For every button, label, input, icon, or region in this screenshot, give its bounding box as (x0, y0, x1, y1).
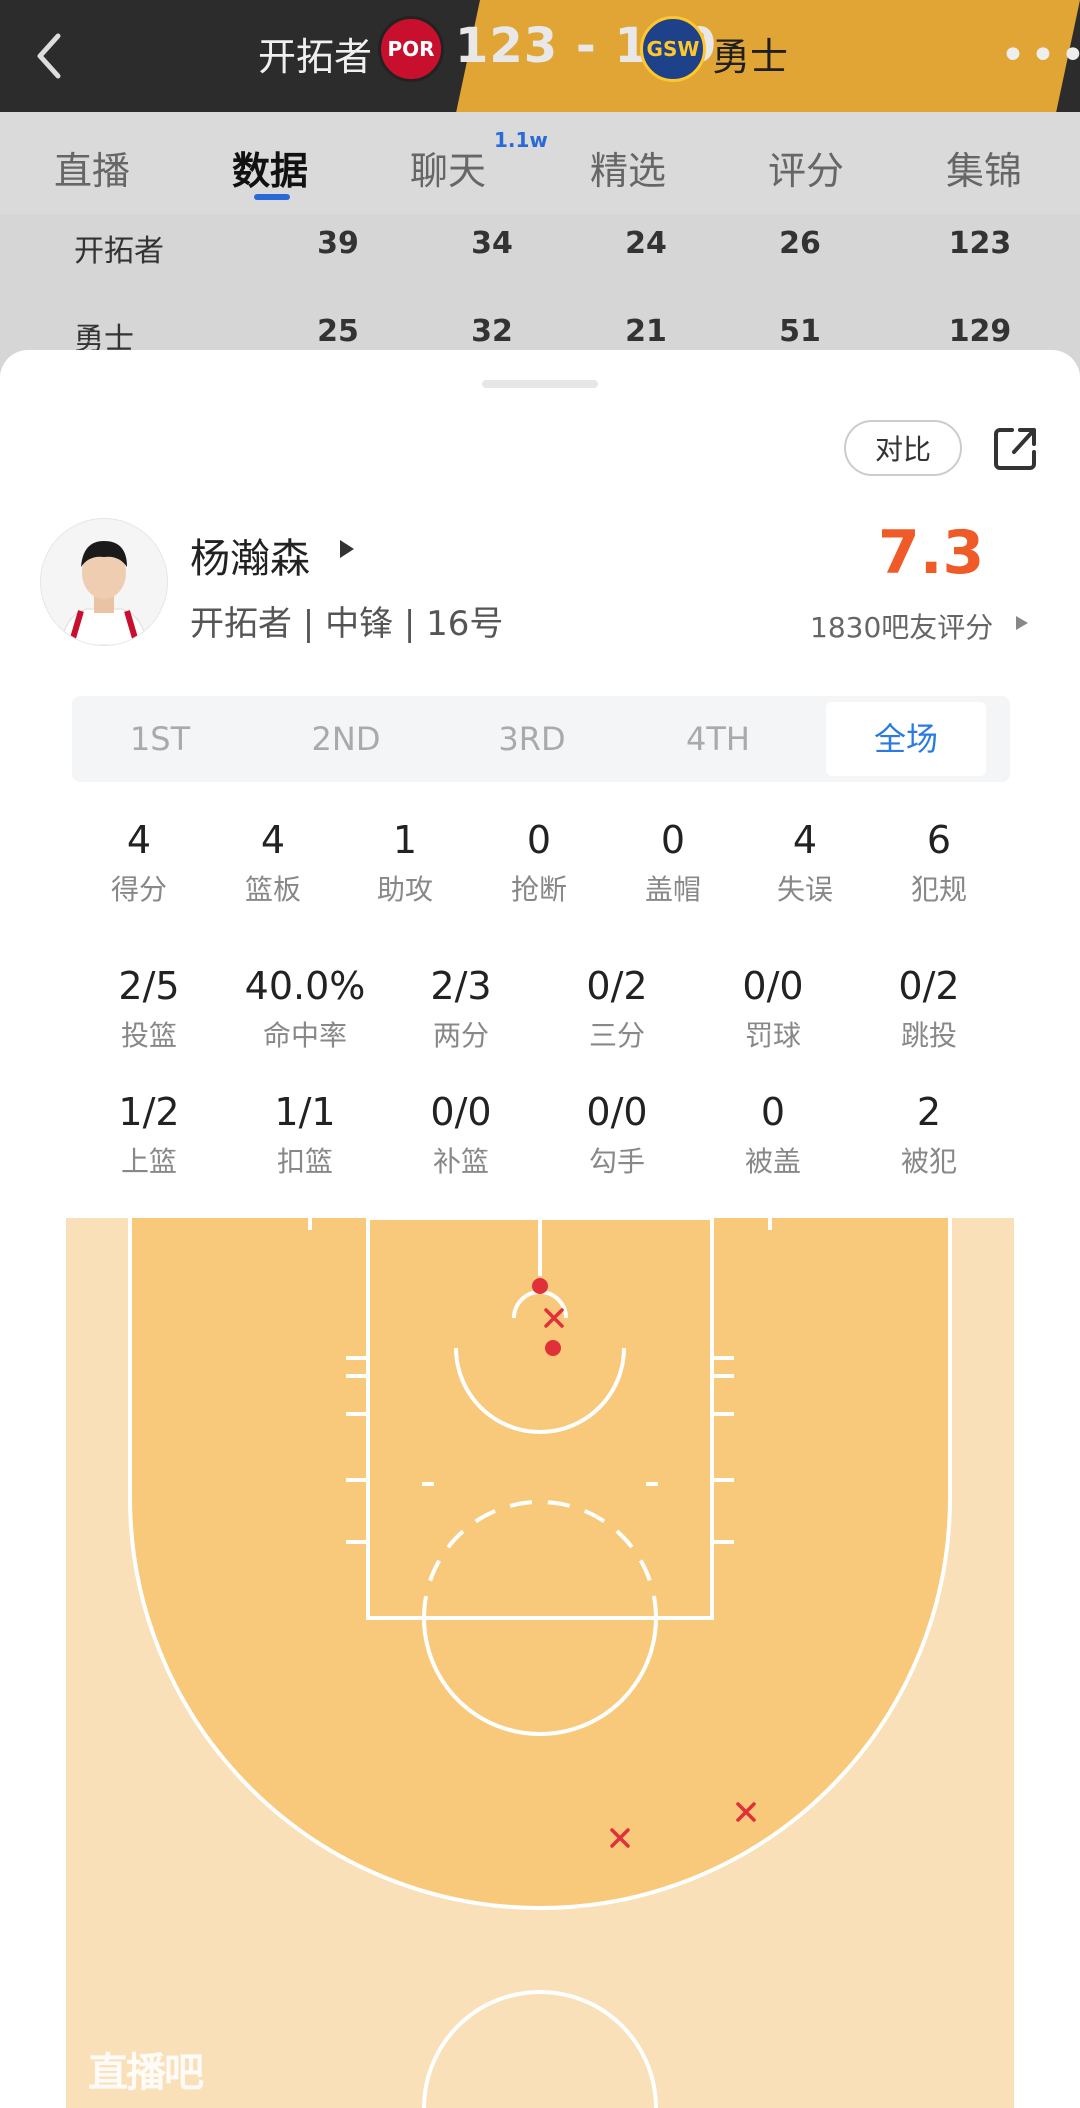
away-team-name: 勇士 (712, 35, 789, 79)
team-name: 开拓者 (74, 234, 164, 269)
made-shot-marker (545, 1340, 561, 1356)
quarter-option-1st[interactable]: 1ST (80, 696, 240, 782)
quarter-selector: 1ST 2ND 3RD 4TH 全场 (72, 696, 1010, 782)
home-team-name: 开拓者 (258, 35, 373, 79)
sheet-drag-handle[interactable] (482, 380, 598, 388)
quarter-option-4th[interactable]: 4TH (638, 696, 798, 782)
quarter-score: 21 (625, 314, 667, 349)
stat-2pt: 2/3 两分 (430, 964, 492, 1052)
stat-rebounds: 4 篮板 (244, 818, 301, 906)
quarter-score: 32 (471, 314, 513, 349)
quarter-score: 39 (317, 226, 359, 261)
stat-dunk: 1/1 扣篮 (274, 1090, 336, 1178)
stat-putback: 0/0 补篮 (430, 1090, 492, 1178)
quarter-score: 26 (779, 226, 821, 261)
quarter-option-2nd[interactable]: 2ND (266, 696, 426, 782)
stat-fouled: 2 被犯 (900, 1090, 957, 1178)
stat-ft: 0/0 罚球 (742, 964, 804, 1052)
away-team-logo: GSW (640, 16, 706, 82)
total-score: 123 (948, 226, 1012, 261)
stat-fg: 2/5 投篮 (118, 964, 180, 1052)
player-avatar[interactable] (40, 518, 168, 646)
tab-data[interactable]: 数据 (232, 140, 308, 195)
stat-fouls: 6 犯规 (910, 818, 967, 906)
tab-live[interactable]: 直播 (54, 140, 130, 195)
player-rating: 7.3 (878, 518, 985, 588)
stat-steals: 0 抢断 (510, 818, 567, 906)
compare-button[interactable]: 对比 (844, 420, 962, 476)
stat-layup: 1/2 上篮 (118, 1090, 180, 1178)
stat-3pt: 0/2 三分 (586, 964, 648, 1052)
quarter-score: 24 (625, 226, 667, 261)
quarter-option-3rd[interactable]: 3RD (452, 696, 612, 782)
made-shot-marker (532, 1278, 548, 1294)
player-detail-arrow-icon[interactable] (340, 540, 354, 558)
quarter-score: 34 (471, 226, 513, 261)
quarter-score: 51 (779, 314, 821, 349)
player-info: 开拓者 | 中锋 | 16号 (190, 604, 504, 644)
active-tab-indicator (254, 194, 290, 200)
game-header: 开拓者 POR 123 - 129 GSW 勇士 ••• (0, 0, 1080, 112)
tab-featured[interactable]: 精选 (590, 140, 666, 195)
stat-assists: 1 助攻 (376, 818, 433, 906)
stat-blocks: 0 盖帽 (644, 818, 701, 906)
tab-highlights[interactable]: 集锦 (946, 140, 1022, 195)
tab-rating[interactable]: 评分 (768, 140, 844, 195)
quarter-score: 25 (317, 314, 359, 349)
stat-points: 4 得分 (110, 818, 167, 906)
tab-chat[interactable]: 聊天 (410, 140, 486, 195)
shot-chart (66, 1218, 1014, 2108)
stat-jumpshot: 0/2 跳投 (898, 964, 960, 1052)
quarter-option-full-game[interactable]: 全场 (826, 702, 986, 776)
share-icon[interactable] (990, 422, 1042, 474)
home-team-logo: POR (378, 16, 444, 82)
stat-turnovers: 4 失误 (776, 818, 833, 906)
total-score: 129 (948, 314, 1012, 349)
stat-hook: 0/0 勾手 (586, 1090, 648, 1178)
player-stats-sheet: 对比 杨瀚森 开拓者 | 中锋 | 16号 7.3 1830吧友评分 1ST 2… (0, 350, 1080, 2108)
stat-blocked: 0 被盖 (744, 1090, 801, 1178)
watermark-logo: 直播吧 (88, 2050, 204, 2096)
player-name[interactable]: 杨瀚森 (190, 526, 310, 584)
chat-count-badge: 1.1w (494, 128, 548, 152)
rating-count[interactable]: 1830吧友评分 (810, 606, 993, 646)
stat-fg-pct: 40.0% 命中率 (244, 964, 366, 1052)
more-icon[interactable]: ••• (1000, 30, 1080, 81)
table-row: 开拓者 39 34 24 26 123 (0, 226, 1080, 286)
back-icon[interactable] (30, 28, 70, 84)
rating-arrow-icon[interactable] (1016, 616, 1028, 630)
